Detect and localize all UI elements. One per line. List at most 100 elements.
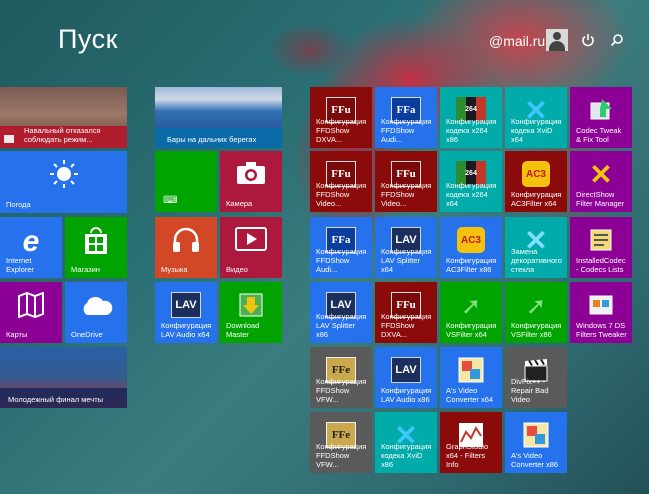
tile-ac3filter-x64[interactable]: AC3 Конфигурация AC3Filter x64	[505, 151, 567, 212]
tile-label: Конфигурация кодека XviD x64	[511, 117, 562, 144]
tile-lav-splitter-x86[interactable]: LAV Конфигурация LAV Splitter x86	[310, 282, 372, 343]
tile-lav-audio-x64[interactable]: LAV Конфигурация LAV Audio x64	[155, 282, 217, 343]
tile-x264-x86[interactable]: 264 Конфигурация кодека x264 x86	[440, 87, 502, 148]
tile-news[interactable]: Навальный отказался соблюдать режим...	[0, 87, 127, 148]
headphones-icon	[172, 227, 200, 258]
tile-a-video-converter-x86[interactable]: A's Video Converter x86	[505, 412, 567, 473]
tile-label: Конфигурация кодека x264 x86	[446, 117, 497, 144]
tile-label: Конфигурация FFDShow Video...	[381, 181, 432, 208]
vsfilter-arrow-icon: ➚	[525, 293, 547, 320]
tile-ffdshow-vfw-2[interactable]: FFe Конфигурация FFDShow VFW...	[310, 412, 372, 473]
tile-vsfilter-x86[interactable]: ➚ Конфигурация VSFilter x86	[505, 282, 567, 343]
tile-a-video-converter-x64[interactable]: A's Video Converter x64	[440, 347, 502, 408]
tile-label: Карты	[6, 330, 28, 339]
power-icon[interactable]	[578, 30, 598, 50]
tile-ffdshow-audio[interactable]: FFa Конфигурация FFDShow Audi...	[310, 217, 372, 278]
tile-music[interactable]: Музыка	[155, 217, 217, 278]
tile-ac3filter-x86[interactable]: AC3 Конфигурация AC3Filter x86	[440, 217, 502, 278]
tile-label: Погода	[6, 200, 31, 209]
tile-ffdshow-audio-2[interactable]: FFa Конфигурация FFDShow Audi...	[375, 87, 437, 148]
tile-installedcodec[interactable]: InstalledCodec - Codecs Lists	[570, 217, 632, 278]
tile-label: Конфигурация кодека XviD x86	[381, 442, 432, 469]
tile-label: Конфигурация AC3Filter x86	[446, 256, 497, 274]
lav-icon: LAV	[391, 357, 421, 383]
tile-label: GraphStudio x64 - Filters Info	[446, 442, 489, 469]
tile-graphstudio[interactable]: GraphStudio x64 - Filters Info	[440, 412, 502, 473]
tile-label: Конфигурация VSFilter x64	[446, 321, 497, 339]
tile-xvid-x64[interactable]: ✕ Конфигурация кодека XviD x64	[505, 87, 567, 148]
tile-label: DirectShow Filter Manager	[576, 190, 625, 208]
tile-ffdshow-dxva[interactable]: FFu Конфигурация FFDShow DXVA...	[310, 87, 372, 148]
tile-onedrive[interactable]: OneDrive	[65, 282, 127, 343]
tile-label: Конфигурация LAV Splitter x64	[381, 247, 432, 274]
tile-label: Конфигурация FFDShow Audi...	[381, 117, 432, 144]
tile-ffdshow-vfw[interactable]: FFe Конфигурация FFDShow VFW...	[310, 347, 372, 408]
tile-lav-audio-x86[interactable]: LAV Конфигурация LAV Audio x86	[375, 347, 437, 408]
tile-label: Конфигурация FFDShow DXVA...	[316, 117, 367, 144]
news-icon	[4, 135, 14, 143]
user-name[interactable]: @mail.ru	[489, 33, 545, 49]
tile-directshow-filter-manager[interactable]: ✕ DirectShow Filter Manager	[570, 151, 632, 212]
tile-label: Магазин	[71, 265, 100, 274]
tile-xvid-x86[interactable]: ✕ Конфигурация кодека XviD x86	[375, 412, 437, 473]
tile-label: Конфигурация FFDShow Video...	[316, 181, 367, 208]
tile-label: Конфигурация VSFilter x86	[511, 321, 562, 339]
tile-ffdshow-dxva-2[interactable]: FFu Конфигурация FFDShow DXVA...	[375, 282, 437, 343]
tile-ffdshow-video[interactable]: FFu Конфигурация FFDShow Video...	[310, 151, 372, 212]
tile-label: Видео	[226, 265, 248, 274]
cloud-icon	[79, 296, 113, 321]
tile-lav-splitter-x64[interactable]: LAV Конфигурация LAV Splitter x64	[375, 217, 437, 278]
tile-label: DivFix++ - Repair Bad Video	[511, 377, 549, 404]
x-tool-icon: ✕	[589, 159, 613, 190]
tile-video[interactable]: Видео	[220, 217, 282, 278]
tile-label: Конфигурация AC3Filter x64	[511, 190, 562, 208]
sun-icon	[49, 159, 79, 194]
avatar[interactable]	[546, 29, 568, 51]
tile-maps[interactable]: Карты	[0, 282, 62, 343]
tile-download-master[interactable]: Download Master	[220, 282, 282, 343]
tile-divfix[interactable]: DivFix++ - Repair Bad Video	[505, 347, 567, 408]
tile-label: Конфигурация LAV Audio x64	[161, 321, 212, 339]
start-title: Пуск	[58, 24, 118, 54]
search-icon[interactable]	[607, 30, 627, 50]
video-converter-icon	[523, 422, 549, 453]
tile-label: Конфигурация кодека x264 x64	[446, 181, 497, 208]
tile-label: Download Master	[226, 321, 260, 339]
tile-vsfilter-x64[interactable]: ➚ Конфигурация VSFilter x64	[440, 282, 502, 343]
tile-codec-tweak[interactable]: Codec Tweak & Fix Tool	[570, 87, 632, 148]
tile-label: Замена декоративного стекла	[511, 247, 562, 274]
tile-label: Конфигурация FFDShow VFW...	[316, 377, 367, 404]
vsfilter-arrow-icon: ➚	[460, 293, 482, 320]
tile-internet-explorer[interactable]: e Internet Explorer	[0, 217, 62, 278]
tile-label: Конфигурация FFDShow VFW...	[316, 442, 367, 469]
tile-label: OneDrive	[71, 330, 103, 339]
store-icon	[83, 227, 109, 260]
ac3filter-icon: AC3	[457, 227, 485, 253]
video-converter-icon	[458, 357, 484, 388]
tile-label: Конфигурация FFDShow Audi...	[316, 247, 367, 274]
tile-label: InstalledCodec - Codecs Lists	[576, 256, 626, 274]
tile-travel[interactable]: Бары на дальних берегах	[155, 87, 282, 148]
tile-label: Codec Tweak & Fix Tool	[576, 126, 622, 144]
tile-label: Конфигурация FFDShow DXVA...	[381, 312, 432, 339]
tile-store[interactable]: Магазин	[65, 217, 127, 278]
ie-icon: e	[22, 225, 40, 258]
tile-label: Бары на дальних берегах	[167, 135, 257, 144]
tile-label: Конфигурация LAV Splitter x86	[316, 312, 367, 339]
tile-x264-x64[interactable]: 264 Конфигурация кодека x264 x64	[440, 151, 502, 212]
tile-label: Навальный отказался соблюдать режим...	[24, 126, 101, 144]
tile-label: A's Video Converter x64	[446, 386, 494, 404]
tile-glass-replacement[interactable]: ✕ Замена декоративного стекла	[505, 217, 567, 278]
tile-weather[interactable]: Погода	[0, 151, 127, 213]
tile-label: Музыка	[161, 265, 188, 274]
tile-win7-ds-tweaker[interactable]: Windows 7 DS Filters Tweaker	[570, 282, 632, 343]
tile-ffdshow-video-2[interactable]: FFu Конфигурация FFDShow Video...	[375, 151, 437, 212]
tile-camera[interactable]: Камера	[220, 151, 282, 212]
ac3filter-icon: AC3	[522, 161, 550, 187]
avatar-body	[549, 41, 565, 51]
tile-sport[interactable]: Молодежный финал мечты	[0, 347, 127, 408]
tile-game[interactable]: ⌨	[155, 151, 217, 212]
map-icon	[17, 291, 45, 323]
tile-label: Конфигурация LAV Audio x86	[381, 386, 432, 404]
gamepad-icon: ⌨	[163, 195, 178, 206]
